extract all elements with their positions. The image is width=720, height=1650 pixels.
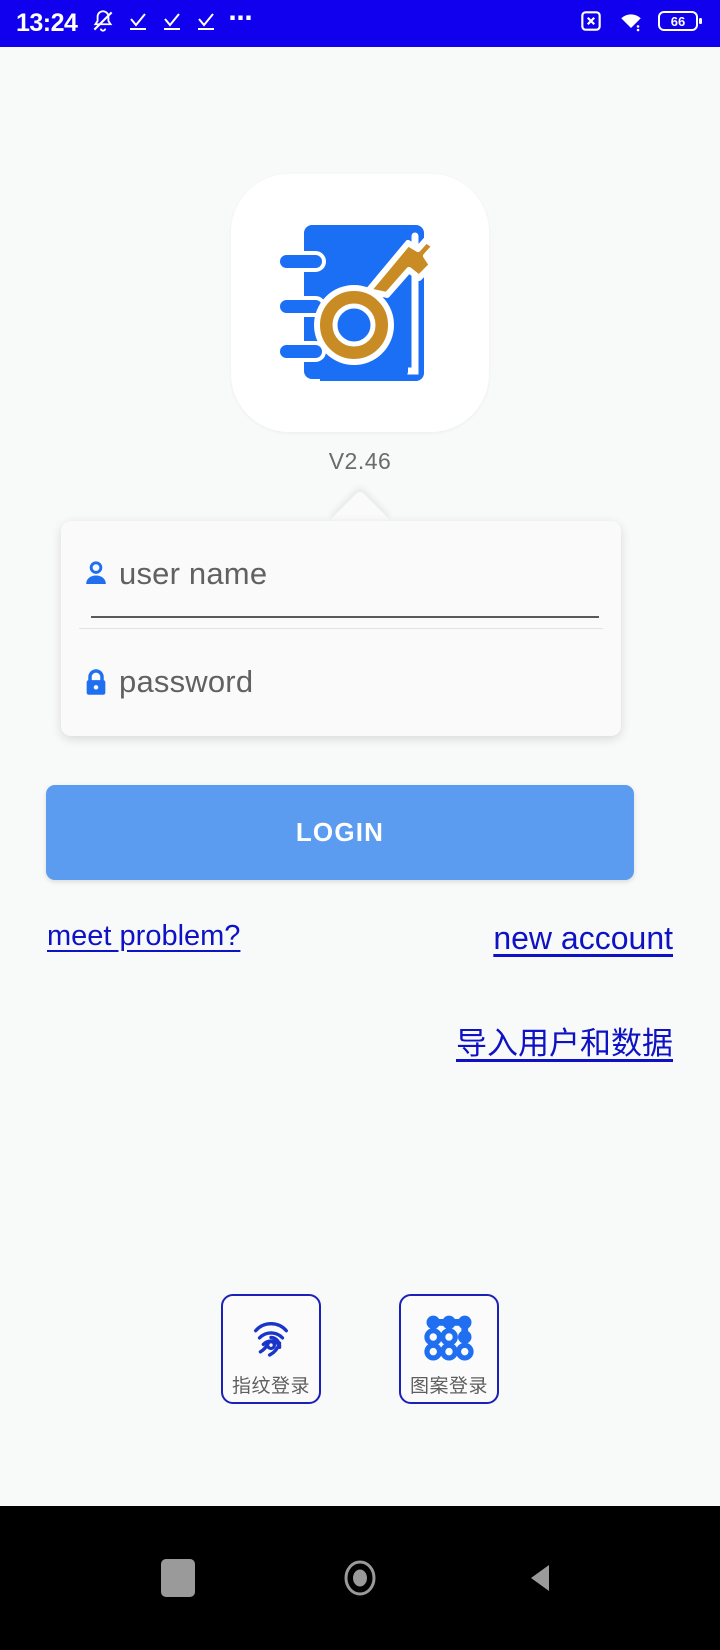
sim-disabled-icon — [578, 8, 604, 39]
home-circle-icon[interactable] — [333, 1551, 387, 1605]
username-underline — [91, 615, 599, 618]
username-field-row[interactable]: user name — [79, 521, 603, 629]
recents-square-icon[interactable] — [151, 1551, 205, 1605]
status-bar-left: 13:24 ⋯ — [16, 5, 255, 39]
alternate-login-row: 指纹登录 图案登录 — [0, 1294, 720, 1404]
pattern-login-button[interactable]: 图案登录 — [399, 1294, 499, 1404]
import-user-data-link[interactable]: 导入用户和数据 — [456, 1018, 673, 1063]
wifi-icon — [617, 8, 645, 39]
pattern-login-label: 图案登录 — [409, 1376, 488, 1397]
app-logo — [231, 174, 489, 432]
bell-muted-icon — [90, 8, 116, 39]
more-dots-icon: ⋯ — [228, 5, 255, 33]
checkmark-underline-icon-2 — [160, 9, 184, 38]
meet-problem-link[interactable]: meet problem? — [47, 920, 240, 953]
password-placeholder: password — [119, 664, 254, 700]
status-bar: 13:24 ⋯ 66 — [0, 0, 720, 47]
login-screen: 13:24 ⋯ 66 V2.46 user name password LOGI… — [0, 0, 720, 1650]
battery-icon: 66 — [658, 9, 704, 38]
new-account-link[interactable]: new account — [493, 920, 673, 957]
checkmark-underline-icon-3 — [194, 9, 218, 38]
battery-level-text: 66 — [671, 14, 685, 29]
login-button[interactable]: LOGIN — [46, 785, 634, 880]
app-logo-notebook-key-icon — [276, 225, 438, 381]
checkmark-underline-icon-1 — [126, 9, 150, 38]
status-time: 13:24 — [16, 9, 78, 37]
login-card: user name password — [61, 521, 621, 736]
fingerprint-login-button[interactable]: 指纹登录 — [221, 1294, 321, 1404]
status-bar-right: 66 — [578, 8, 704, 39]
android-navigation-bar — [0, 1506, 720, 1650]
fingerprint-icon — [244, 1306, 298, 1368]
lock-icon — [79, 665, 113, 699]
person-icon — [79, 557, 113, 591]
back-triangle-icon[interactable] — [515, 1551, 569, 1605]
fingerprint-login-label: 指纹登录 — [231, 1376, 310, 1397]
app-version: V2.46 — [328, 448, 392, 474]
status-notification-icons: ⋯ — [90, 5, 255, 39]
pattern-lock-icon — [422, 1306, 476, 1368]
password-field-row[interactable]: password — [79, 629, 603, 737]
username-placeholder: user name — [119, 556, 268, 592]
